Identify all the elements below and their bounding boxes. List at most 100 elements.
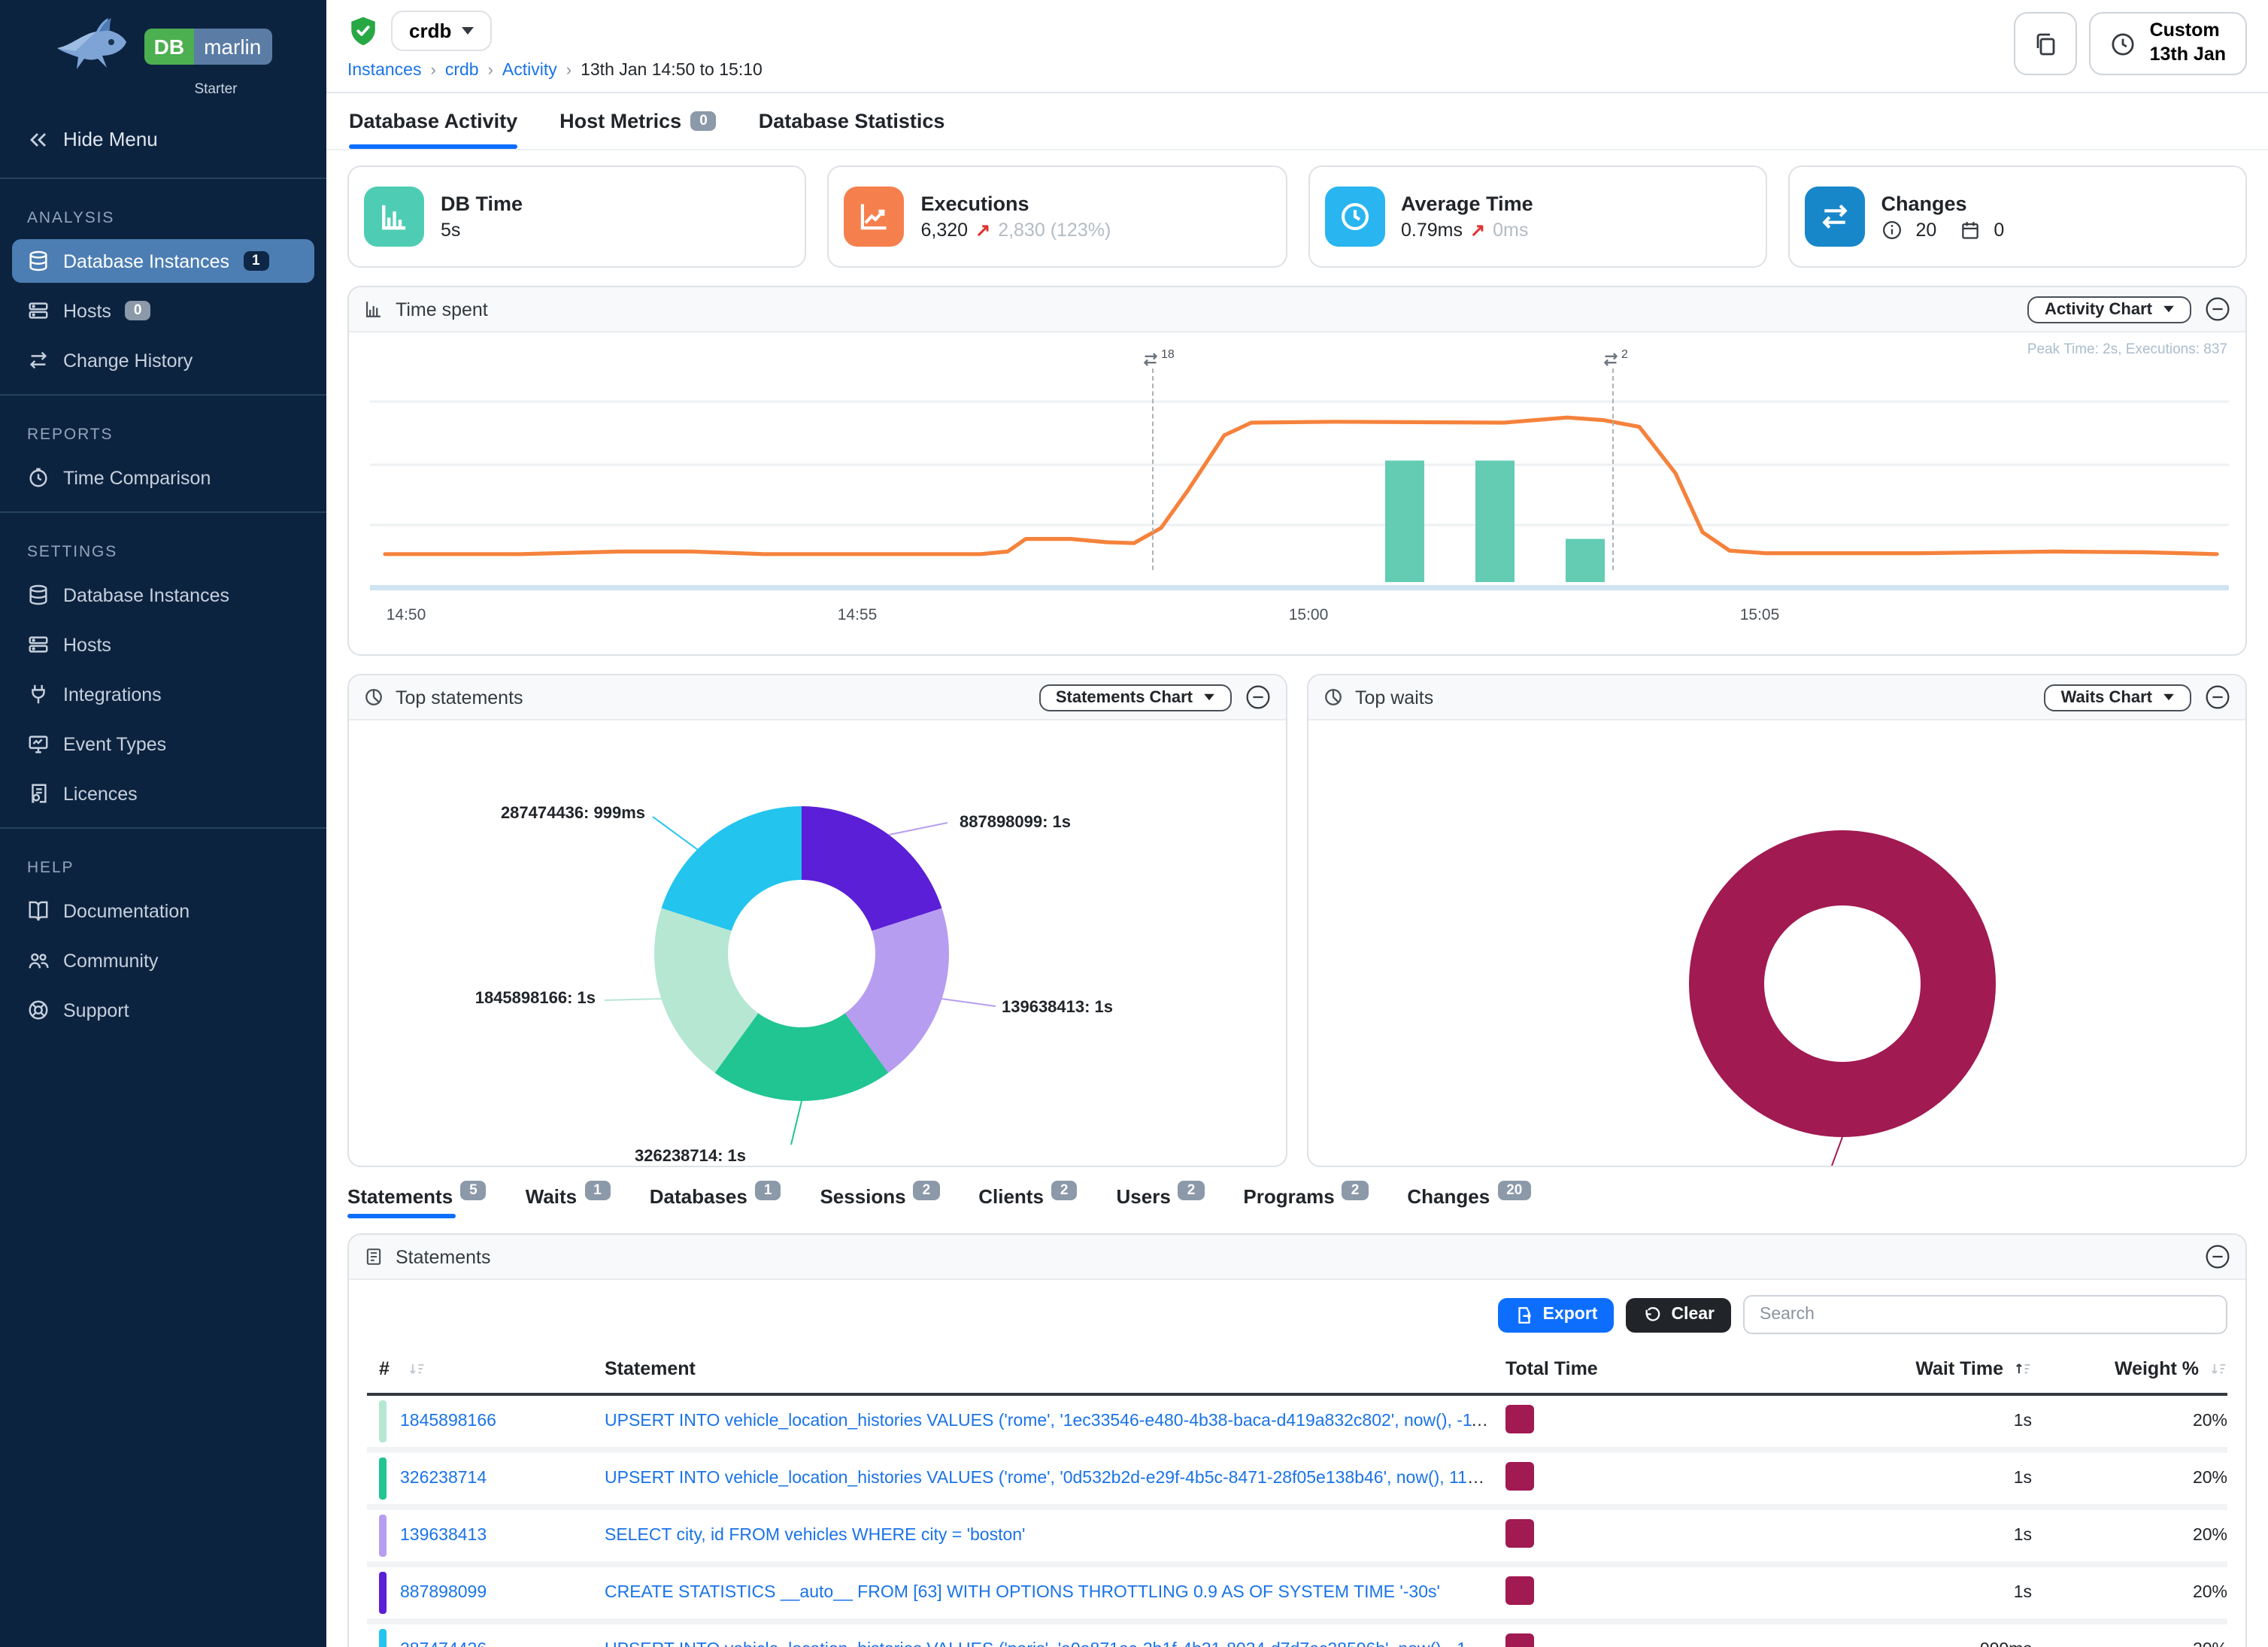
sidebar-item-change-history[interactable]: Change History	[12, 338, 314, 382]
statement-id-link[interactable]: 326238714	[400, 1470, 487, 1488]
statements-donut[interactable]	[654, 806, 949, 1101]
chevrons-left-icon	[27, 129, 48, 150]
count-badge: 2	[1342, 1181, 1369, 1201]
statement-id-link[interactable]: 287474436	[400, 1641, 487, 1647]
table-header: # Statement Total Time Wait Time	[367, 1352, 2227, 1396]
kpi-value: 0.79ms	[1401, 220, 1463, 241]
collapse-panel-button[interactable]	[2205, 1244, 2230, 1269]
collapse-panel-button[interactable]	[2205, 296, 2230, 322]
tab-users[interactable]: Users2	[1117, 1185, 1205, 1218]
change-marker[interactable]: 18	[1152, 369, 1154, 570]
hide-menu-button[interactable]: Hide Menu	[0, 110, 326, 168]
tab-host-metrics[interactable]: Host Metrics 0	[559, 93, 717, 149]
sidebar-item-settings-hosts[interactable]: Hosts	[12, 623, 314, 666]
sidebar-item-event-types[interactable]: Event Types	[12, 722, 314, 766]
tab-database-activity[interactable]: Database Activity	[349, 93, 517, 149]
breadcrumb-time-range: 13th Jan 14:50 to 15:10	[581, 62, 763, 80]
section-help: HELP	[0, 838, 326, 886]
panel-title: Top statements	[396, 687, 523, 708]
collapse-panel-button[interactable]	[2205, 684, 2230, 710]
tab-clients[interactable]: Clients2	[978, 1185, 1077, 1218]
topbar: crdb Instances › crdb › Activity › 13th …	[326, 0, 2268, 93]
statement-id-link[interactable]: 139638413	[400, 1527, 487, 1545]
statement-link[interactable]: UPSERT INTO vehicle_location_histories V…	[605, 1470, 1505, 1488]
statement-link[interactable]: SELECT city, id FROM vehicles WHERE city…	[605, 1527, 1025, 1545]
waits-donut[interactable]	[1689, 830, 1996, 1137]
pie-chart-icon	[364, 687, 384, 707]
waits-chart-selector[interactable]: Waits Chart	[2045, 684, 2191, 711]
collapse-panel-button[interactable]	[1245, 684, 1271, 710]
table-row[interactable]: 139638413 SELECT city, id FROM vehicles …	[367, 1510, 2227, 1567]
tab-waits[interactable]: Waits1	[526, 1185, 611, 1218]
table-row[interactable]: 326238714 UPSERT INTO vehicle_location_h…	[367, 1453, 2227, 1510]
count-badge: 2	[1051, 1181, 1078, 1201]
column-statement[interactable]: Statement	[605, 1358, 1505, 1379]
copy-icon	[2033, 30, 2060, 57]
column-weight[interactable]: Weight %	[2032, 1358, 2227, 1379]
sidebar-item-licences[interactable]: Licences	[12, 772, 314, 815]
content: DB Time 5s Executions 6,320 ↗ 2,830 (123…	[326, 150, 2268, 1647]
column-id[interactable]: #	[367, 1358, 605, 1379]
breadcrumb-crdb[interactable]: crdb	[445, 62, 479, 80]
tab-changes[interactable]: Changes20	[1407, 1185, 1531, 1218]
delta-up-icon: ↗	[1470, 220, 1485, 241]
statement-link[interactable]: UPSERT INTO vehicle_location_histories V…	[605, 1641, 1505, 1647]
kpi-delta: 0ms	[1493, 220, 1528, 241]
tab-databases[interactable]: Databases1	[650, 1185, 781, 1218]
change-marker[interactable]: 2	[1612, 369, 1614, 570]
column-total-time[interactable]: Total Time	[1505, 1358, 1686, 1379]
statements-panel: Statements Export	[347, 1233, 2247, 1647]
table-row[interactable]: 1845898166 UPSERT INTO vehicle_location_…	[367, 1396, 2227, 1453]
clock-icon	[2111, 31, 2136, 56]
sidebar-item-support[interactable]: Support	[12, 988, 314, 1032]
time-range-button[interactable]: Custom 13th Jan	[2090, 12, 2247, 75]
statement-id-link[interactable]: 887898099	[400, 1584, 487, 1602]
table-row[interactable]: 887898099 CREATE STATISTICS __auto__ FRO…	[367, 1567, 2227, 1624]
breadcrumb-instances[interactable]: Instances	[347, 62, 421, 80]
top-waits-chart[interactable]: executing: 5s	[1308, 720, 2245, 1166]
sidebar-item-settings-database-instances[interactable]: Database Instances	[12, 573, 314, 617]
panel-title: Time spent	[396, 299, 488, 320]
statement-id-link[interactable]: 1845898166	[400, 1412, 496, 1430]
bar-chart-icon	[364, 299, 384, 319]
app-window: DB marlin Starter Hide Menu ANALYSIS Dat…	[0, 0, 2268, 1647]
plan-label: Starter	[105, 78, 326, 110]
sidebar-item-documentation[interactable]: Documentation	[12, 889, 314, 933]
breadcrumb-activity[interactable]: Activity	[502, 62, 557, 80]
column-wait-time[interactable]: Wait Time	[1686, 1358, 2032, 1379]
copy-button[interactable]	[2015, 12, 2078, 75]
weight-value: 20%	[2032, 1470, 2227, 1488]
statements-chart-selector[interactable]: Statements Chart	[1039, 684, 1232, 711]
sidebar-item-hosts[interactable]: Hosts 0	[12, 289, 314, 332]
instance-selector[interactable]: crdb	[391, 11, 492, 51]
search-input[interactable]	[1743, 1295, 2227, 1334]
tab-programs[interactable]: Programs2	[1243, 1185, 1368, 1218]
sidebar-item-community[interactable]: Community	[12, 939, 314, 982]
sidebar-item-integrations[interactable]: Integrations	[12, 672, 314, 716]
statement-link[interactable]: UPSERT INTO vehicle_location_histories V…	[605, 1412, 1505, 1430]
tab-database-statistics[interactable]: Database Statistics	[759, 93, 945, 149]
count-badge: 2	[914, 1181, 940, 1201]
export-button[interactable]: Export	[1498, 1297, 1615, 1332]
statement-color-bar	[379, 1457, 387, 1500]
sidebar-item-time-comparison[interactable]: Time Comparison	[12, 456, 314, 499]
total-time-bar	[1505, 1576, 1534, 1605]
statement-color-bar	[379, 1572, 387, 1614]
tab-statements[interactable]: Statements5	[347, 1185, 487, 1218]
statement-link[interactable]: CREATE STATISTICS __auto__ FROM [63] WIT…	[605, 1584, 1440, 1602]
tab-sessions[interactable]: Sessions2	[820, 1185, 939, 1218]
activity-chart-selector[interactable]: Activity Chart	[2028, 296, 2191, 323]
svg-text:14:55: 14:55	[838, 606, 878, 623]
people-icon	[27, 949, 50, 972]
count-badge: 2	[1178, 1181, 1205, 1201]
calendar-icon	[1959, 220, 1980, 241]
sidebar-item-database-instances[interactable]: Database Instances 1	[12, 239, 314, 283]
weight-value: 20%	[2032, 1412, 2227, 1430]
clear-button[interactable]: Clear	[1626, 1297, 1731, 1332]
wait-time-value: 1s	[1686, 1470, 2032, 1488]
table-row[interactable]: 287474436 UPSERT INTO vehicle_location_h…	[367, 1624, 2227, 1647]
donut-label: executing: 5s	[1763, 1166, 1869, 1167]
time-spent-chart[interactable]: Peak Time: 2s, Executions: 837 14:5014:5…	[349, 332, 2245, 654]
undo-icon	[1642, 1305, 1662, 1324]
top-statements-chart[interactable]: 887898099: 1s 139638413: 1s 326238714: 1…	[349, 720, 1286, 1166]
